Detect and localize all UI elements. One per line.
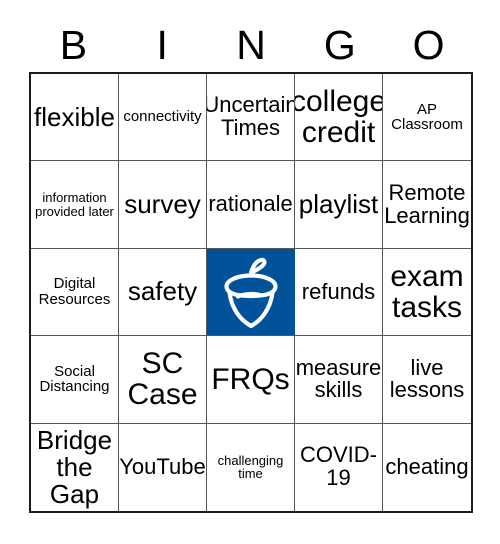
bingo-cell[interactable]: challenging time (207, 423, 295, 511)
bingo-cell-label: flexible (34, 101, 115, 132)
acorn-icon (223, 257, 278, 328)
bingo-cell[interactable]: Remote Learning (383, 161, 471, 249)
bingo-cell-label: connectivity (123, 108, 202, 126)
bingo-cell-label: refunds (301, 278, 376, 304)
bingo-cell-label: rationale (208, 191, 293, 217)
bingo-cell[interactable]: safety (119, 248, 207, 337)
bingo-cell[interactable]: flexible (31, 74, 119, 162)
bingo-cell-label: survey (124, 189, 201, 220)
bingo-cell-label: playlist (298, 189, 379, 220)
bingo-cell-label: challenging time (217, 452, 284, 482)
bingo-cell[interactable]: refunds (295, 248, 383, 337)
bingo-cell[interactable]: YouTube (119, 423, 207, 511)
bingo-cell[interactable]: FRQs (207, 336, 295, 424)
bingo-cell[interactable]: Social Distancing (31, 336, 119, 424)
bingo-header: B I N G O (29, 20, 473, 70)
bingo-cell[interactable]: cheating (383, 423, 471, 511)
bingo-cell[interactable]: Bridge the Gap (31, 423, 119, 511)
bingo-free-space[interactable] (207, 248, 295, 337)
bingo-cell[interactable]: AP Classroom (383, 74, 471, 162)
bingo-cell[interactable]: COVID-19 (295, 423, 383, 511)
bingo-cell-label: Remote Learning (384, 179, 470, 228)
bingo-cell-label: live lessons (389, 354, 465, 403)
bingo-cell[interactable]: playlist (295, 161, 383, 249)
header-letter-g: G (323, 21, 356, 68)
bingo-cell[interactable]: survey (119, 161, 207, 249)
bingo-cell[interactable]: college credit (295, 74, 383, 162)
bingo-cell-label: YouTube (119, 453, 206, 479)
bingo-cell[interactable]: SC Case (119, 336, 207, 424)
bingo-cell-label: cheating (385, 453, 469, 479)
bingo-cell-label: exam tasks (390, 259, 464, 324)
bingo-cell[interactable]: Digital Resources (31, 248, 119, 337)
header-letter-i: I (156, 21, 168, 68)
bingo-cell-label: SC Case (127, 347, 198, 412)
bingo-card: B I N G O flexible connectivity Uncertain … (0, 0, 500, 544)
bingo-cell-label: AP Classroom (391, 100, 463, 134)
bingo-cell[interactable]: exam tasks (383, 248, 471, 337)
bingo-cell-label: Bridge the Gap (36, 424, 113, 509)
bingo-cell-label: safety (127, 276, 198, 307)
header-letter-b: B (59, 21, 88, 68)
free-space-logo (207, 249, 294, 335)
bingo-grid: flexible connectivity Uncertain Times colle… (29, 72, 473, 513)
bingo-cell-label: Social Distancing (39, 362, 110, 396)
bingo-cell-label: COVID-19 (300, 442, 377, 491)
bingo-cell-label: Uncertain Times (207, 92, 295, 141)
bingo-cell[interactable]: connectivity (119, 74, 207, 162)
bingo-cell[interactable]: measure skills (295, 336, 383, 424)
header-letter-n: N (236, 21, 266, 68)
bingo-cell[interactable]: Uncertain Times (207, 74, 295, 162)
bingo-cell[interactable]: information provided later (31, 161, 119, 249)
bingo-cell[interactable]: live lessons (383, 336, 471, 424)
bingo-cell-label: college credit (295, 85, 383, 150)
header-letter-o: O (412, 21, 445, 68)
bingo-cell-label: Digital Resources (38, 275, 111, 308)
bingo-cell-label: measure skills (295, 354, 382, 403)
bingo-cell[interactable]: rationale (207, 161, 295, 249)
bingo-cell-label: FRQs (211, 362, 290, 396)
bingo-cell-label: information provided later (35, 190, 114, 219)
